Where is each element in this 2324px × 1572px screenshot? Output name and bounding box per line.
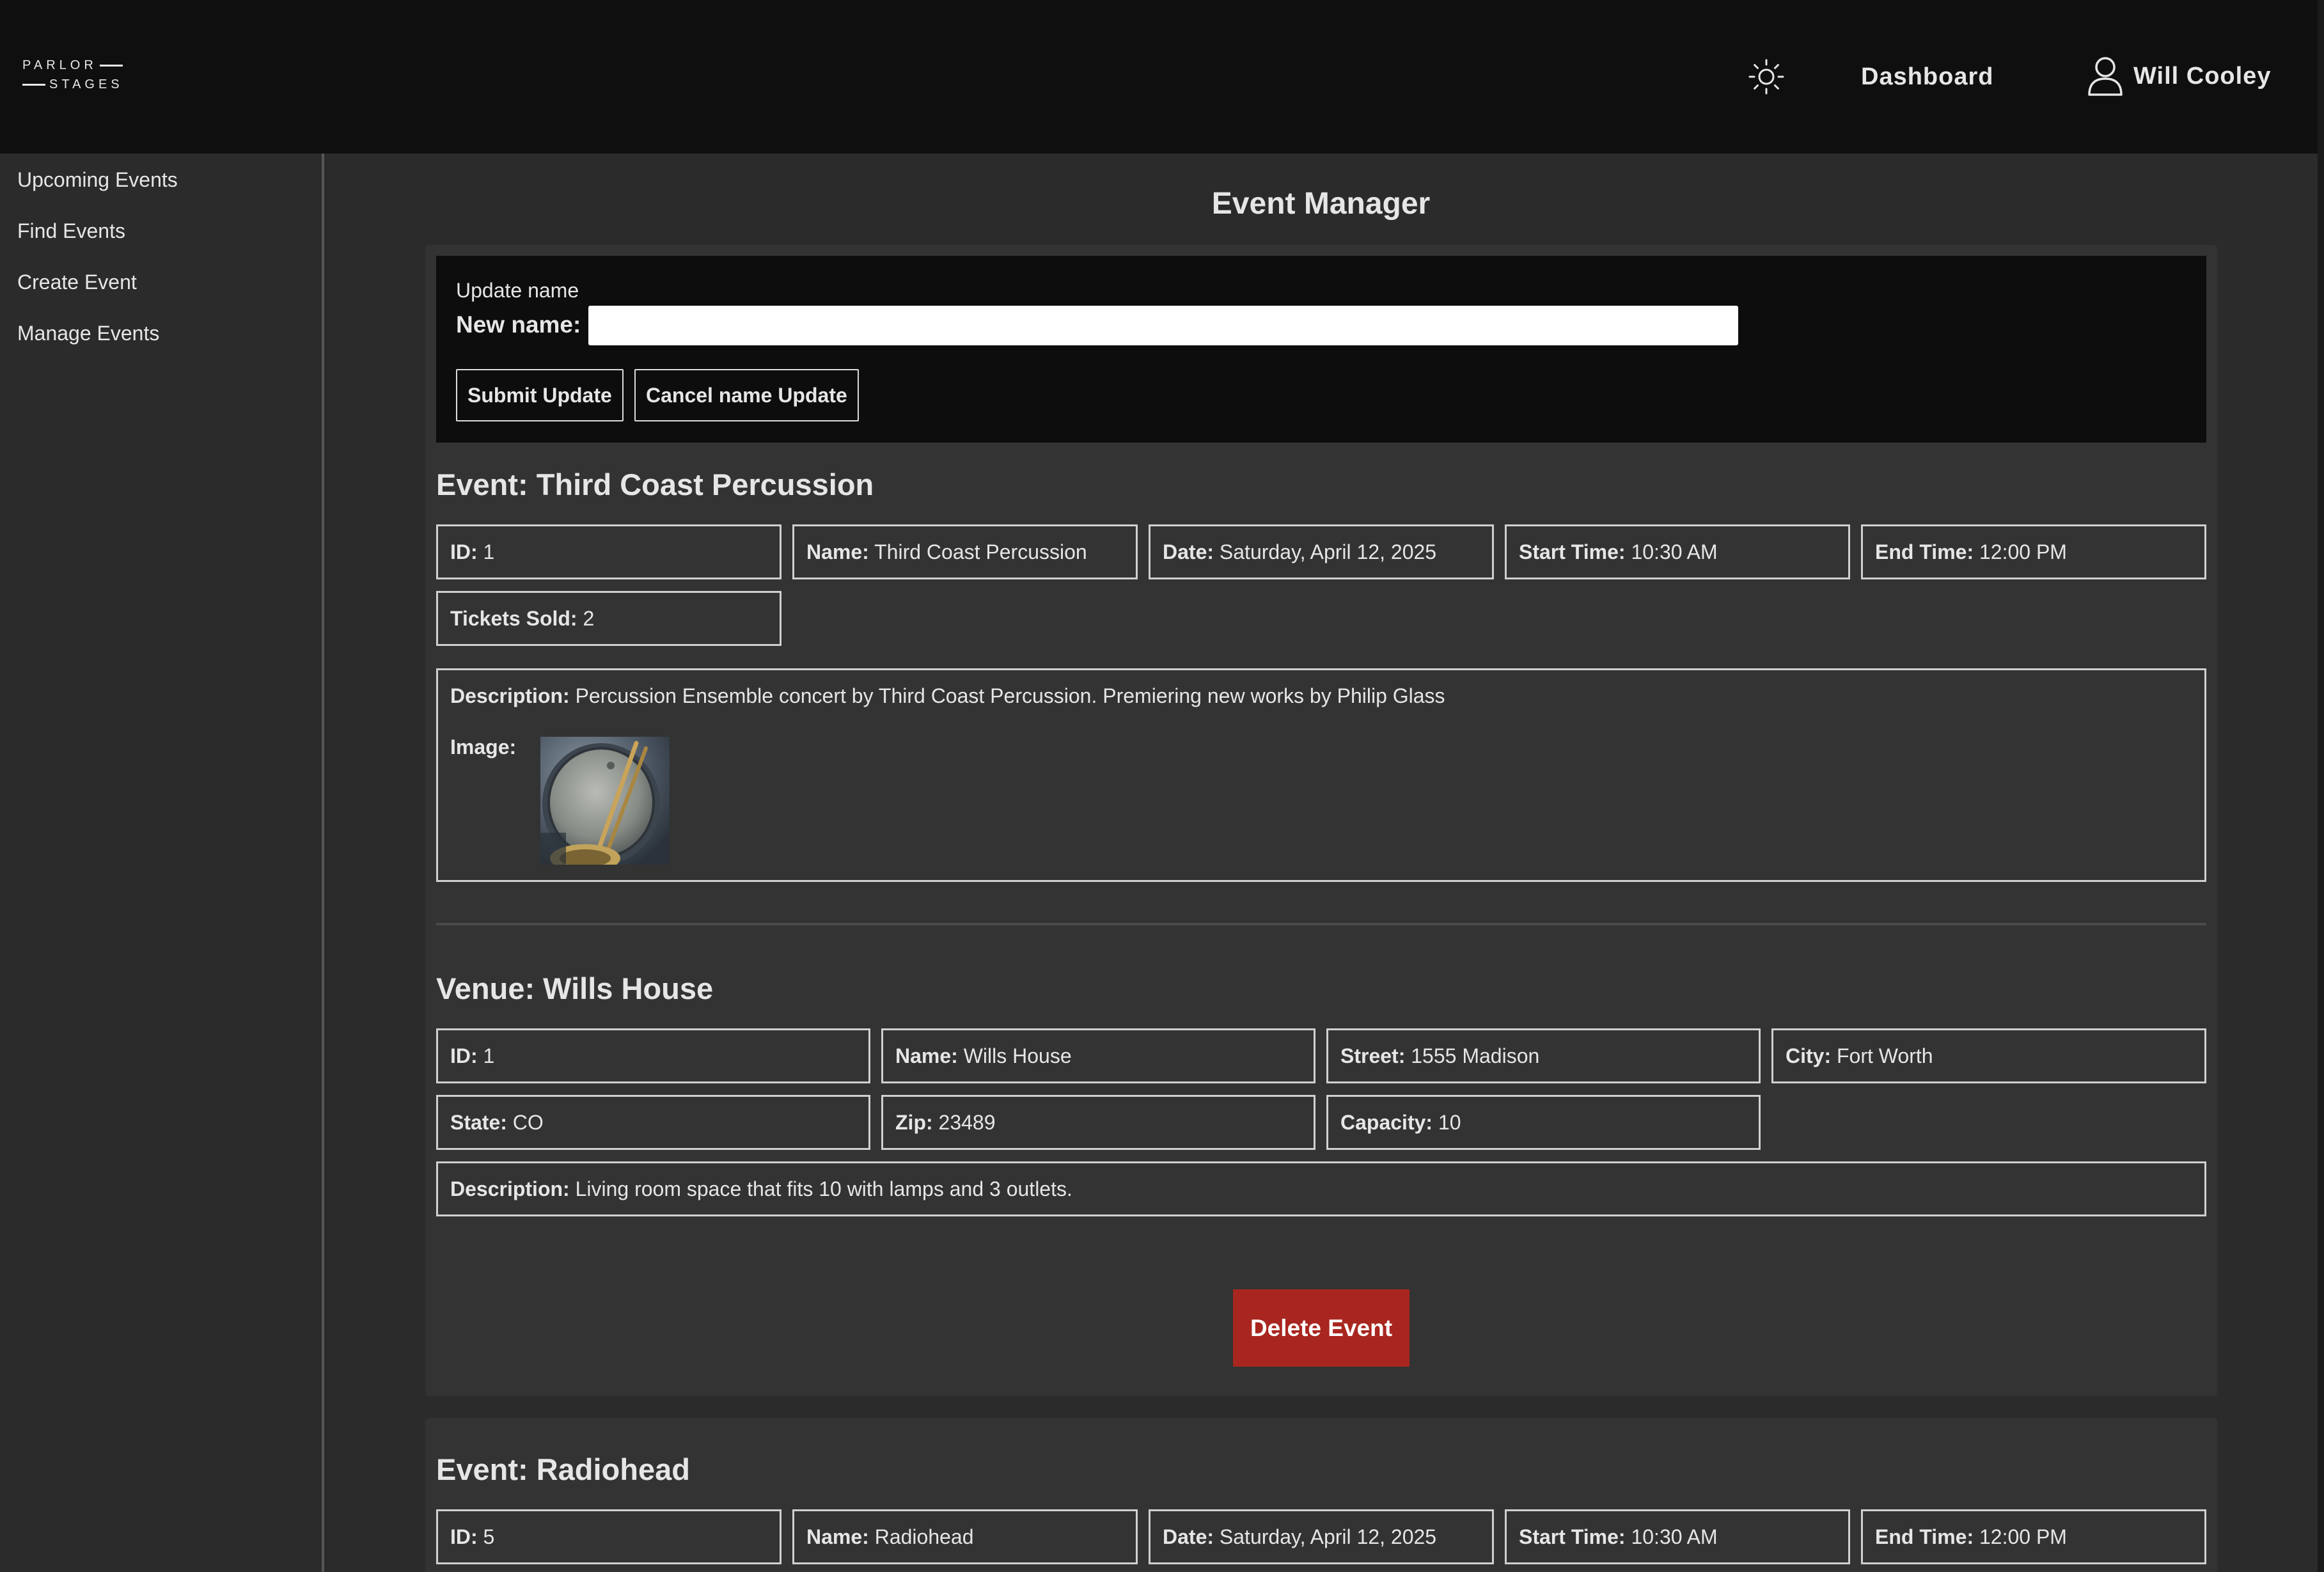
venue-city-field: City: Fort Worth	[1771, 1028, 2206, 1083]
field-label: Zip:	[895, 1111, 933, 1134]
field-label: ID:	[450, 540, 478, 563]
field-value: 10	[1438, 1111, 1461, 1134]
field-value: 12:00 PM	[1979, 540, 2067, 563]
field-label: Description:	[450, 684, 570, 707]
event-image	[540, 737, 670, 865]
logo-text-1: PARLOR	[22, 58, 97, 72]
event-id-field: ID: 1	[436, 524, 781, 579]
cancel-name-update-button[interactable]: Cancel name Update	[634, 369, 859, 421]
app-root: PARLOR STAGES Dashboard Will Cooley Upco…	[0, 0, 2324, 1572]
field-label: ID:	[450, 1044, 478, 1067]
venue-capacity-field: Capacity: 10	[1326, 1095, 1761, 1150]
scrollbar-track[interactable]	[2318, 0, 2324, 1572]
field-label: End Time:	[1875, 1525, 1974, 1548]
field-value: 1	[483, 1044, 495, 1067]
logo-line-1: PARLOR	[22, 56, 125, 75]
field-label: ID:	[450, 1525, 478, 1548]
field-label: City:	[1786, 1044, 1832, 1067]
logo-dash	[99, 64, 123, 67]
field-label: Name:	[806, 540, 869, 563]
logo-dash	[22, 83, 45, 86]
field-label: Start Time:	[1519, 1525, 1626, 1548]
sun-icon[interactable]	[1747, 58, 1786, 96]
sidebar-item-manage-events[interactable]: Manage Events	[17, 317, 159, 349]
new-name-label: New name:	[456, 311, 581, 338]
field-value: Wills House	[963, 1044, 1072, 1067]
field-label: Description:	[450, 1177, 570, 1200]
field-value: Fort Worth	[1837, 1044, 1933, 1067]
event-description-box: Description: Percussion Ensemble concert…	[436, 668, 2206, 882]
event-end-time-field: End Time: 12:00 PM	[1861, 1509, 2206, 1564]
event-description: Description: Percussion Ensemble concert…	[450, 684, 1445, 708]
event-start-time-field: Start Time: 10:30 AM	[1505, 1509, 1850, 1564]
update-name-panel: Update name New name: Submit Update Canc…	[436, 256, 2206, 443]
sidebar-item-find-events[interactable]: Find Events	[17, 215, 125, 247]
event-date-field: Date: Saturday, April 12, 2025	[1149, 1509, 1494, 1564]
page-title: Event Manager	[1211, 187, 1431, 221]
dashboard-link[interactable]: Dashboard	[1861, 59, 1993, 95]
event-id-field: ID: 5	[436, 1509, 781, 1564]
user-menu[interactable]: Will Cooley	[2086, 55, 2271, 97]
venue-street-field: Street: 1555 Madison	[1326, 1028, 1761, 1083]
event-name-field: Name: Third Coast Percussion	[792, 524, 1138, 579]
field-value: 5	[483, 1525, 495, 1548]
field-label: Date:	[1163, 540, 1214, 563]
field-value: Saturday, April 12, 2025	[1219, 540, 1437, 563]
user-icon	[2088, 57, 2123, 96]
field-label: Street:	[1340, 1044, 1406, 1067]
field-label: Capacity:	[1340, 1111, 1433, 1134]
new-name-input[interactable]	[588, 306, 1738, 345]
field-label: Date:	[1163, 1525, 1214, 1548]
event-heading: Event: Third Coast Percussion	[436, 468, 874, 501]
field-value: Radiohead	[874, 1525, 974, 1548]
field-label: Tickets Sold:	[450, 607, 577, 630]
field-value: Third Coast Percussion	[874, 540, 1087, 563]
field-label: Name:	[895, 1044, 958, 1067]
field-value: 1555 Madison	[1411, 1044, 1540, 1067]
venue-zip-field: Zip: 23489	[881, 1095, 1315, 1150]
event-date-field: Date: Saturday, April 12, 2025	[1149, 524, 1494, 579]
sidebar: Upcoming Events Find Events Create Event…	[0, 153, 324, 1572]
venue-description-field: Description: Living room space that fits…	[436, 1161, 2206, 1216]
sidebar-item-upcoming-events[interactable]: Upcoming Events	[17, 164, 178, 196]
field-label: Start Time:	[1519, 540, 1626, 563]
field-value: 12:00 PM	[1979, 1525, 2067, 1548]
event-start-time-field: Start Time: 10:30 AM	[1505, 524, 1850, 579]
event-end-time-field: End Time: 12:00 PM	[1861, 524, 2206, 579]
logo-text-2: STAGES	[49, 77, 123, 91]
top-bar: PARLOR STAGES Dashboard Will Cooley	[0, 0, 2318, 153]
logo-line-2: STAGES	[22, 75, 125, 94]
field-value: 23489	[938, 1111, 996, 1134]
venue-name-field: Name: Wills House	[881, 1028, 1315, 1083]
event-name-field: Name: Radiohead	[792, 1509, 1138, 1564]
field-label: End Time:	[1875, 540, 1974, 563]
field-value: Saturday, April 12, 2025	[1219, 1525, 1437, 1548]
delete-event-button[interactable]: Delete Event	[1233, 1289, 1409, 1367]
field-value: 10:30 AM	[1631, 540, 1718, 563]
brand-logo[interactable]: PARLOR STAGES	[22, 56, 125, 94]
field-label: State:	[450, 1111, 507, 1134]
field-value: 2	[583, 607, 595, 630]
field-value: 1	[483, 540, 495, 563]
update-name-heading: Update name	[456, 279, 579, 302]
image-label: Image:	[450, 735, 517, 758]
field-value: CO	[512, 1111, 544, 1134]
field-value: Percussion Ensemble concert by Third Coa…	[575, 684, 1445, 707]
venue-id-field: ID: 1	[436, 1028, 870, 1083]
venue-state-field: State: CO	[436, 1095, 870, 1150]
submit-update-button[interactable]: Submit Update	[456, 369, 624, 421]
venue-heading: Venue: Wills House	[436, 971, 714, 1005]
user-name: Will Cooley	[2133, 62, 2272, 90]
field-value: Living room space that fits 10 with lamp…	[575, 1177, 1072, 1200]
section-divider	[436, 923, 2206, 925]
field-value: 10:30 AM	[1631, 1525, 1718, 1548]
event-tickets-sold-field: Tickets Sold: 2	[436, 591, 781, 646]
sidebar-item-create-event[interactable]: Create Event	[17, 266, 137, 298]
event-heading: Event: Radiohead	[436, 1452, 690, 1486]
field-label: Name:	[806, 1525, 869, 1548]
